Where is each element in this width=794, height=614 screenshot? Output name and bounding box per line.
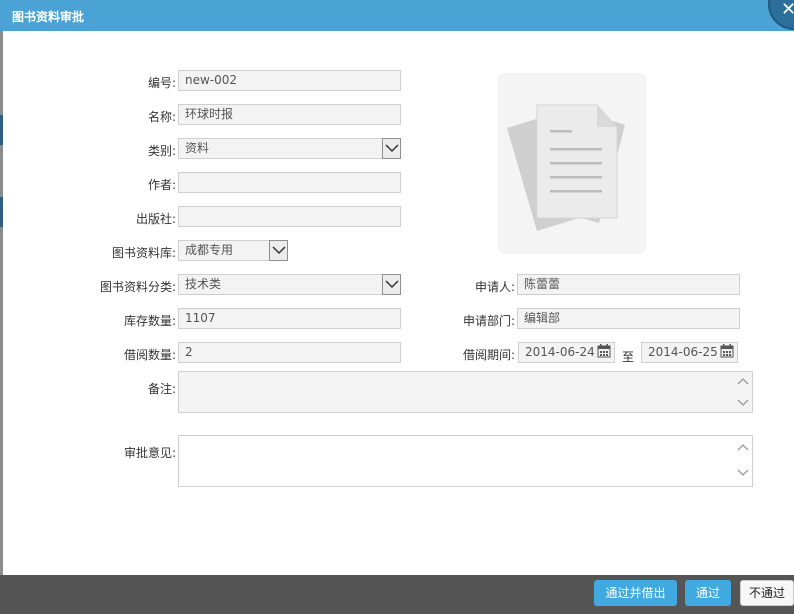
left-edge-mark <box>0 115 3 145</box>
category-value: 资料 <box>185 141 210 155</box>
classification-dropdown-button[interactable] <box>382 274 401 295</box>
stock-field[interactable]: 1107 <box>178 308 401 329</box>
stock-label: 库存数量: <box>123 314 176 328</box>
approval-opinion-label: 审批意见: <box>123 446 176 460</box>
classification-select[interactable]: 技术类 <box>178 274 401 295</box>
borrow-quantity-field[interactable]: 2 <box>178 342 401 363</box>
borrow-end-date: 2014-06-25 <box>648 345 718 359</box>
classification-label: 图书资料分类: <box>99 280 176 294</box>
department-field[interactable]: 编辑部 <box>517 308 740 329</box>
dialog-title: 图书资料审批 <box>12 10 85 24</box>
department-label: 申请部门: <box>462 314 515 328</box>
name-label: 名称: <box>147 110 176 124</box>
chevron-down-icon <box>385 280 399 289</box>
close-icon[interactable]: ✕ <box>781 0 794 20</box>
left-edge-mark <box>0 197 3 227</box>
approve-and-lend-button[interactable]: 通过并借出 <box>594 580 677 606</box>
dialog-title-bar: 图书资料审批 <box>0 0 794 31</box>
number-label: 编号: <box>147 76 176 90</box>
reject-button[interactable]: 不通过 <box>740 580 794 606</box>
category-label: 类别: <box>147 144 176 158</box>
number-field[interactable]: new-002 <box>178 70 401 91</box>
scroll-down-icon[interactable] <box>737 468 749 478</box>
scroll-up-icon[interactable] <box>737 442 749 452</box>
chevron-down-icon <box>272 246 286 255</box>
scroll-down-icon[interactable] <box>737 398 749 408</box>
calendar-icon[interactable] <box>597 344 611 358</box>
publisher-field[interactable] <box>178 206 401 227</box>
date-range-separator: 至 <box>621 350 634 364</box>
remarks-label: 备注: <box>147 382 176 396</box>
approval-opinion-textarea[interactable] <box>178 435 753 487</box>
chevron-down-icon <box>385 144 399 153</box>
library-label: 图书资料库: <box>111 246 176 260</box>
author-label: 作者: <box>147 178 176 192</box>
calendar-icon[interactable] <box>720 344 734 358</box>
library-select[interactable]: 成都专用 <box>178 240 288 261</box>
document-icon <box>507 104 625 231</box>
remarks-textarea[interactable] <box>178 371 753 413</box>
scroll-up-icon[interactable] <box>737 376 749 386</box>
category-dropdown-button[interactable] <box>382 138 401 159</box>
library-dropdown-button[interactable] <box>269 240 288 261</box>
left-edge-strip <box>0 31 3 575</box>
library-value: 成都专用 <box>185 243 234 257</box>
borrow-quantity-label: 借阅数量: <box>123 348 176 362</box>
publisher-label: 出版社: <box>135 212 176 226</box>
borrow-period-label: 借阅期间: <box>462 348 515 362</box>
name-field[interactable]: 环球时报 <box>178 104 401 125</box>
category-select[interactable]: 资料 <box>178 138 401 159</box>
classification-value: 技术类 <box>185 277 222 291</box>
borrow-end-date-field[interactable]: 2014-06-25 <box>641 342 738 363</box>
applicant-field[interactable]: 陈蕾蕾 <box>517 274 740 295</box>
applicant-label: 申请人: <box>474 280 515 294</box>
document-preview <box>497 73 647 254</box>
author-field[interactable] <box>178 172 401 193</box>
approve-button[interactable]: 通过 <box>685 580 731 606</box>
borrow-start-date-field[interactable]: 2014-06-24 <box>518 342 615 363</box>
borrow-start-date: 2014-06-24 <box>525 345 595 359</box>
